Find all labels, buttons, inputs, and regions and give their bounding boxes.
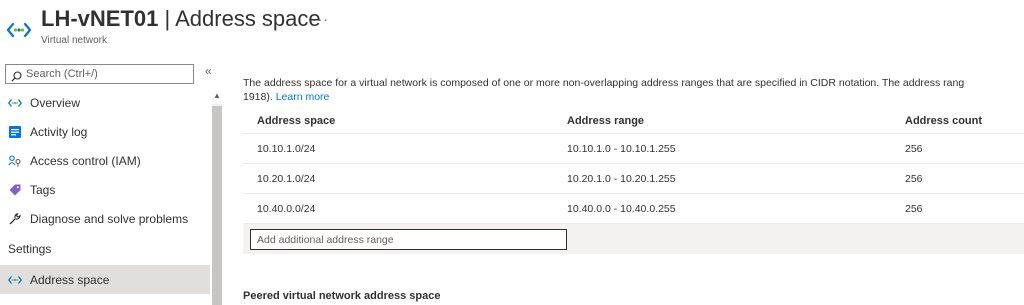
sidebar-item-label: Access control (IAM) [30,153,141,168]
sidebar-item-address-space[interactable]: Address space [0,265,210,294]
menu-search-box[interactable] [5,64,194,84]
menu-scrollbar[interactable]: ▲ [211,90,223,305]
table-header-row: Address space Address range Address coun… [243,109,1024,134]
wrench-icon [8,212,22,226]
cell-address-space: 10.40.0.0/24 [257,202,316,215]
scroll-up-arrow-icon[interactable]: ▲ [211,90,223,102]
activity-log-icon [8,125,22,139]
sidebar-item-diagnose[interactable]: Diagnose and solve problems [0,204,210,233]
column-header-address-count: Address count [905,115,983,127]
virtual-network-icon [6,20,32,40]
column-header-address-range: Address range [567,115,645,127]
cell-address-count: 256 [905,172,923,185]
sidebar-item-access-control[interactable]: Access control (IAM) [0,146,210,175]
cell-address-space: 10.20.1.0/24 [257,172,316,185]
address-space-description: The address space for a virtual network … [243,76,1024,104]
scroll-thumb[interactable] [212,106,222,305]
tag-icon [8,183,22,197]
sidebar-item-label: Activity log [30,124,88,139]
cell-address-range: 10.10.1.0 - 10.10.1.255 [567,142,676,155]
sidebar-item-overview[interactable]: Overview [0,88,210,117]
cell-address-range: 10.20.1.0 - 10.20.1.255 [567,172,676,185]
sidebar-item-label: Diagnose and solve problems [30,211,189,226]
menu-items: Overview Activity log Access control (IA… [0,88,210,294]
description-text-line2: 1918). [243,91,273,103]
search-icon [11,69,22,82]
table-row[interactable]: 10.20.1.0/24 10.20.1.0 - 10.20.1.255 256 [243,164,1024,194]
menu-search-input[interactable] [26,68,186,80]
address-space-table: Address space Address range Address coun… [243,109,1024,254]
column-header-address-space: Address space [257,115,336,127]
peered-address-space-heading: Peered virtual network address space [243,290,441,302]
add-address-range-row [243,224,1024,254]
cell-address-count: 256 [905,142,923,155]
main-content: The address space for a virtual network … [243,60,1024,305]
add-address-range-input[interactable] [250,229,567,250]
page-title: LH-vNET01 | Address space [41,6,321,32]
sidebar-item-tags[interactable]: Tags [0,175,210,204]
title-separator: | [164,6,171,31]
cell-address-range: 10.40.0.0 - 10.40.0.255 [567,202,676,215]
resource-name: LH-vNET01 [41,6,159,31]
vnet-icon [8,96,22,110]
cell-address-space: 10.10.1.0/24 [257,142,316,155]
iam-icon [8,154,22,168]
sidebar-item-label: Address space [30,272,110,287]
sidebar-item-label: Overview [30,95,81,110]
resource-menu: « Overview [0,60,228,305]
more-options-button[interactable]: ··· [312,11,329,27]
description-text: The address space for a virtual network … [243,77,965,89]
section-title: Address space [175,6,321,31]
address-space-page: LH-vNET01 | Address space ··· Virtual ne… [0,0,1024,305]
sidebar-item-label: Tags [30,182,56,197]
learn-more-link[interactable]: Learn more [276,91,330,103]
resource-type-subtitle: Virtual network [41,35,107,46]
collapse-menu-button[interactable]: « [205,64,212,78]
page-header: LH-vNET01 | Address space ··· Virtual ne… [0,0,1024,56]
table-row[interactable]: 10.10.1.0/24 10.10.1.0 - 10.10.1.255 256 [243,134,1024,164]
sidebar-item-activity-log[interactable]: Activity log [0,117,210,146]
sidebar-section-settings: Settings [8,242,52,256]
table-row[interactable]: 10.40.0.0/24 10.40.0.0 - 10.40.0.255 256 [243,194,1024,224]
vnet-icon [8,273,22,287]
cell-address-count: 256 [905,202,923,215]
